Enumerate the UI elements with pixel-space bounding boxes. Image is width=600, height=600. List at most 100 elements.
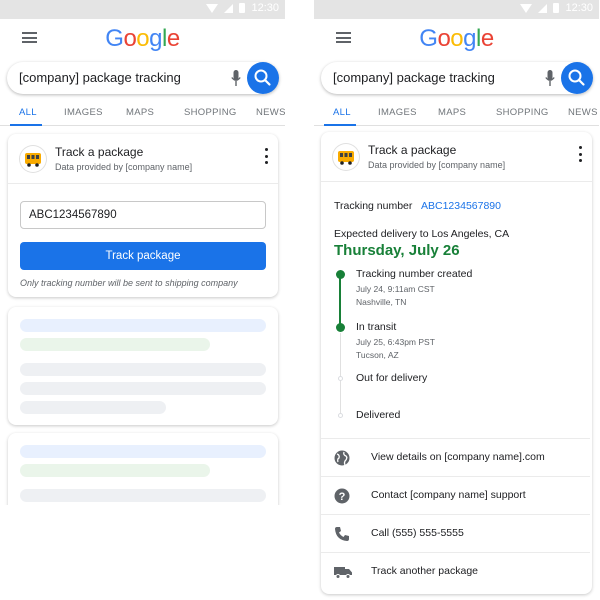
skeleton-line — [20, 382, 266, 395]
action-label: Track another package — [371, 565, 479, 577]
timeline-connector — [339, 274, 341, 329]
skeleton-line — [20, 363, 266, 376]
search-tabs: ALL IMAGES MAPS SHOPPING NEWS — [0, 100, 285, 126]
help-circle-icon: ? — [334, 488, 350, 504]
package-tracker-card: Track a package Data provided by [compan… — [8, 134, 278, 297]
event-title: Out for delivery — [356, 372, 428, 384]
tab-news[interactable]: NEWS — [568, 107, 598, 118]
event-title: Tracking number created — [356, 268, 473, 280]
search-button[interactable] — [561, 62, 593, 94]
skeleton-line — [20, 489, 266, 502]
contact-support-action[interactable]: ? Contact [company name] support — [321, 476, 590, 514]
tab-all[interactable]: ALL — [19, 107, 37, 118]
more-options-icon[interactable] — [574, 146, 586, 162]
loading-placeholder-card — [8, 433, 278, 505]
delivery-date: Thursday, July 26 — [334, 242, 460, 259]
event-title: Delivered — [356, 409, 401, 421]
event-time: July 25, 6:43pm PST — [356, 337, 435, 347]
tab-shopping[interactable]: SHOPPING — [184, 107, 237, 118]
event-place: Nashville, TN — [356, 297, 407, 307]
tab-images[interactable]: IMAGES — [64, 107, 103, 118]
track-another-action[interactable]: Track another package — [321, 552, 590, 590]
tracking-number-link[interactable]: ABC1234567890 — [421, 200, 501, 212]
google-logo[interactable]: Google — [419, 25, 494, 53]
view-details-action[interactable]: View details on [company name].com — [321, 438, 590, 476]
cell-signal-icon — [538, 3, 548, 13]
app-header: Google — [0, 19, 285, 57]
battery-icon — [553, 3, 560, 13]
tab-shopping[interactable]: SHOPPING — [496, 107, 549, 118]
event-details: July 25, 6:43pm PST Tucson, AZ — [356, 336, 435, 362]
search-button[interactable] — [247, 62, 279, 94]
search-tabs: ALL IMAGES MAPS SHOPPING NEWS — [314, 100, 599, 126]
action-label: View details on [company name].com — [371, 451, 545, 463]
svg-text:?: ? — [339, 491, 346, 503]
action-label: Call (555) 555-5555 — [371, 527, 464, 539]
skeleton-line — [20, 464, 210, 477]
event-place: Tucson, AZ — [356, 350, 399, 360]
tab-images[interactable]: IMAGES — [378, 107, 417, 118]
timeline-dot-pending — [337, 376, 343, 381]
cell-signal-icon — [224, 3, 234, 13]
event-details: July 24, 9:11am CST Nashville, TN — [356, 283, 435, 309]
wifi-icon — [206, 3, 219, 13]
battery-icon — [239, 3, 246, 13]
call-action[interactable]: Call (555) 555-5555 — [321, 514, 590, 552]
privacy-note: Only tracking number will be sent to shi… — [20, 278, 238, 288]
skeleton-line — [20, 401, 166, 414]
microphone-icon[interactable] — [231, 70, 241, 86]
wifi-icon — [520, 3, 533, 13]
active-tab-indicator — [10, 124, 42, 126]
app-header: Google — [314, 19, 599, 57]
timeline-dot-pending — [337, 413, 343, 418]
card-header: Track a package Data provided by [compan… — [8, 134, 278, 184]
card-title: Track a package — [55, 145, 144, 159]
bus-icon — [20, 146, 46, 172]
search-bar[interactable]: [company] package tracking — [7, 62, 279, 94]
tab-all[interactable]: ALL — [333, 107, 351, 118]
search-icon — [568, 69, 585, 86]
tab-maps[interactable]: MAPS — [126, 107, 154, 118]
tab-news[interactable]: NEWS — [256, 107, 285, 118]
status-time: 12:30 — [251, 2, 279, 14]
expected-delivery-text: Expected delivery to Los Angeles, CA — [334, 228, 510, 240]
track-package-button[interactable]: Track package — [20, 242, 266, 270]
more-options-icon[interactable] — [260, 148, 272, 164]
card-subtitle: Data provided by [company name] — [368, 160, 506, 170]
tracking-number-label: Tracking number — [334, 200, 413, 212]
bus-icon — [333, 144, 359, 170]
globe-icon — [334, 450, 350, 466]
search-bar[interactable]: [company] package tracking — [321, 62, 593, 94]
search-icon — [254, 69, 271, 86]
package-tracker-card: Track a package Data provided by [compan… — [321, 132, 592, 594]
card-subtitle: Data provided by [company name] — [55, 162, 193, 172]
hamburger-menu-icon[interactable] — [336, 32, 351, 43]
action-label: Contact [company name] support — [371, 489, 526, 501]
timeline-dot-complete — [335, 270, 345, 279]
timeline-dot-complete — [335, 323, 345, 332]
status-time: 12:30 — [565, 2, 593, 14]
hamburger-menu-icon[interactable] — [22, 32, 37, 43]
search-input[interactable]: [company] package tracking — [333, 70, 495, 85]
microphone-icon[interactable] — [545, 70, 555, 86]
event-title: In transit — [356, 321, 397, 333]
active-tab-indicator — [324, 124, 356, 126]
google-logo[interactable]: Google — [105, 25, 180, 53]
phone-screen-entry: 12:30 Google [company] package tracking … — [0, 0, 285, 505]
tab-maps[interactable]: MAPS — [438, 107, 466, 118]
loading-placeholder-card — [8, 307, 278, 425]
truck-icon — [334, 567, 352, 579]
phone-icon — [335, 527, 349, 541]
tracking-number-input[interactable]: ABC1234567890 — [20, 201, 266, 229]
event-time: July 24, 9:11am CST — [356, 284, 435, 294]
search-input[interactable]: [company] package tracking — [19, 70, 181, 85]
card-title: Track a package — [368, 143, 457, 157]
status-bar: 12:30 — [0, 0, 285, 19]
skeleton-line — [20, 445, 266, 458]
timeline-connector-pending — [339, 333, 341, 413]
phone-screen-results: 12:30 Google [company] package tracking … — [314, 0, 599, 600]
skeleton-line — [20, 319, 266, 332]
skeleton-line — [20, 338, 210, 351]
status-bar: 12:30 — [314, 0, 599, 19]
card-header: Track a package Data provided by [compan… — [321, 132, 592, 182]
